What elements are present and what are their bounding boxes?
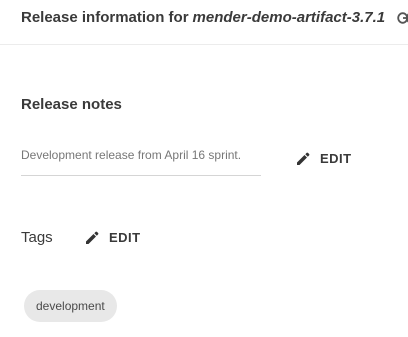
title-divider bbox=[0, 44, 408, 45]
edit-label: EDIT bbox=[320, 151, 352, 166]
edit-tags-button[interactable]: EDIT bbox=[85, 230, 141, 245]
pencil-icon bbox=[85, 231, 99, 245]
release-name: mender-demo-artifact-3.7.1 bbox=[192, 9, 386, 26]
release-details-panel: Release information for mender-demo-arti… bbox=[0, 0, 408, 337]
tags-heading: Tags bbox=[21, 229, 53, 246]
release-notes-heading: Release notes bbox=[21, 96, 122, 113]
release-title: Release information for mender-demo-arti… bbox=[21, 9, 408, 26]
edit-release-notes-button[interactable]: EDIT bbox=[296, 151, 352, 166]
tag-chip[interactable]: development bbox=[24, 290, 117, 322]
link-icon[interactable] bbox=[397, 11, 408, 24]
release-notes-text: Development release from April 16 sprint… bbox=[21, 148, 242, 162]
pencil-icon bbox=[296, 152, 310, 166]
title-prefix: Release information for bbox=[21, 9, 189, 26]
edit-label: EDIT bbox=[109, 230, 141, 245]
release-notes-field: Development release from April 16 sprint… bbox=[21, 146, 261, 176]
